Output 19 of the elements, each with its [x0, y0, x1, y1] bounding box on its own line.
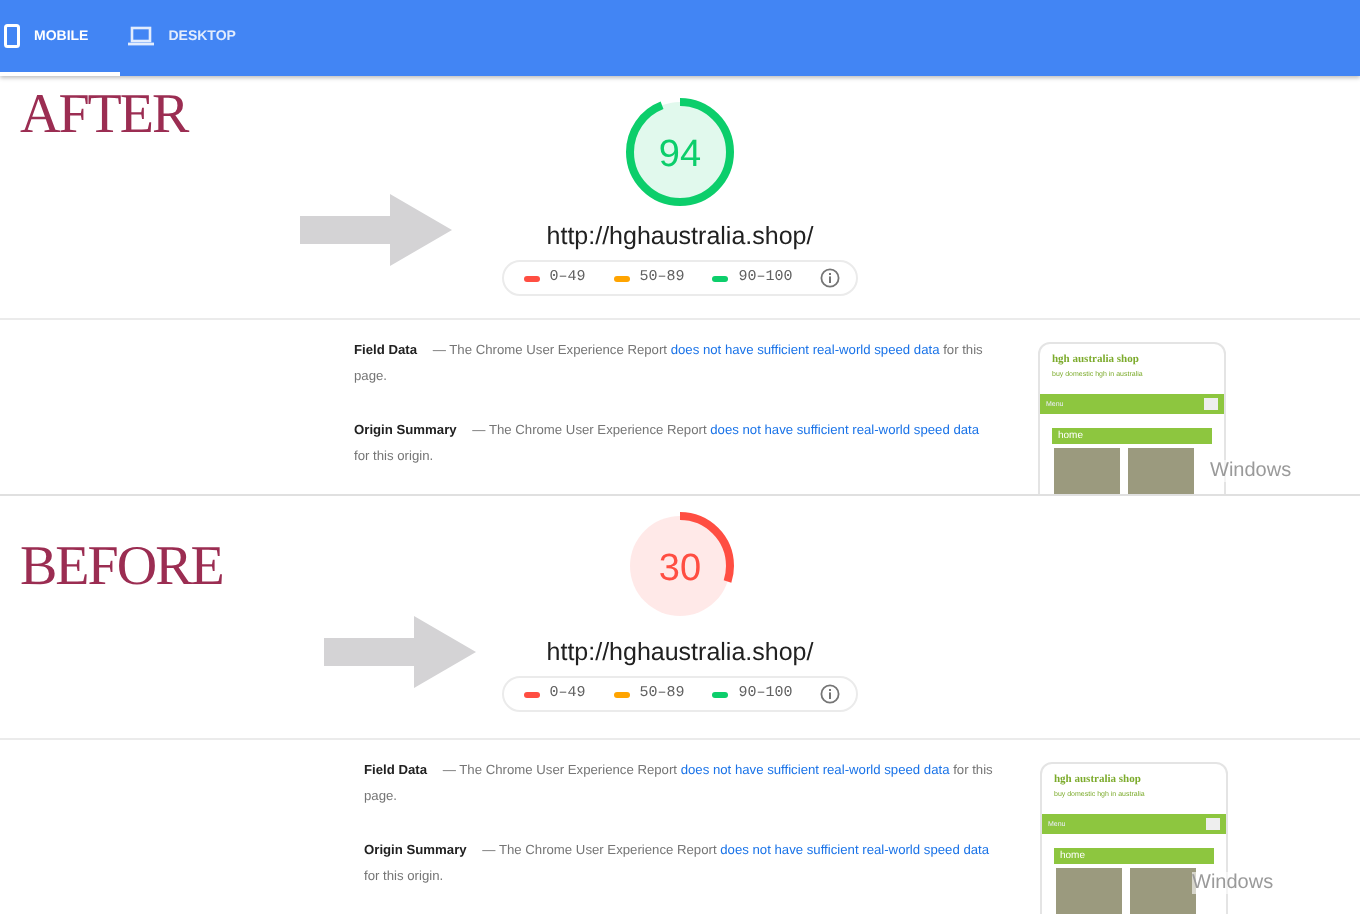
panel-caption: AFTER	[20, 84, 188, 148]
photo-placeholder	[1130, 868, 1196, 914]
info-icon[interactable]	[820, 268, 841, 288]
hamburger-icon	[1206, 818, 1220, 830]
overlay-text: Windows	[1210, 460, 1292, 482]
phone-icon	[4, 24, 20, 48]
panel-caption: BEFORE	[20, 536, 223, 600]
score-gauge: 94	[622, 94, 738, 210]
photo-placeholder	[1056, 868, 1122, 914]
hamburger-icon	[1204, 398, 1218, 410]
arrow-icon	[324, 616, 476, 688]
laptop-icon	[128, 26, 155, 46]
info-icon[interactable]	[820, 684, 841, 704]
page-url: http://hghaustralia.shop/	[546, 222, 814, 250]
arrow-icon	[300, 194, 452, 266]
page-url: http://hghaustralia.shop/	[546, 638, 814, 666]
photo-placeholder	[1128, 448, 1194, 494]
overlay-text: Windows	[1192, 872, 1274, 894]
photo-placeholder	[1054, 448, 1120, 494]
